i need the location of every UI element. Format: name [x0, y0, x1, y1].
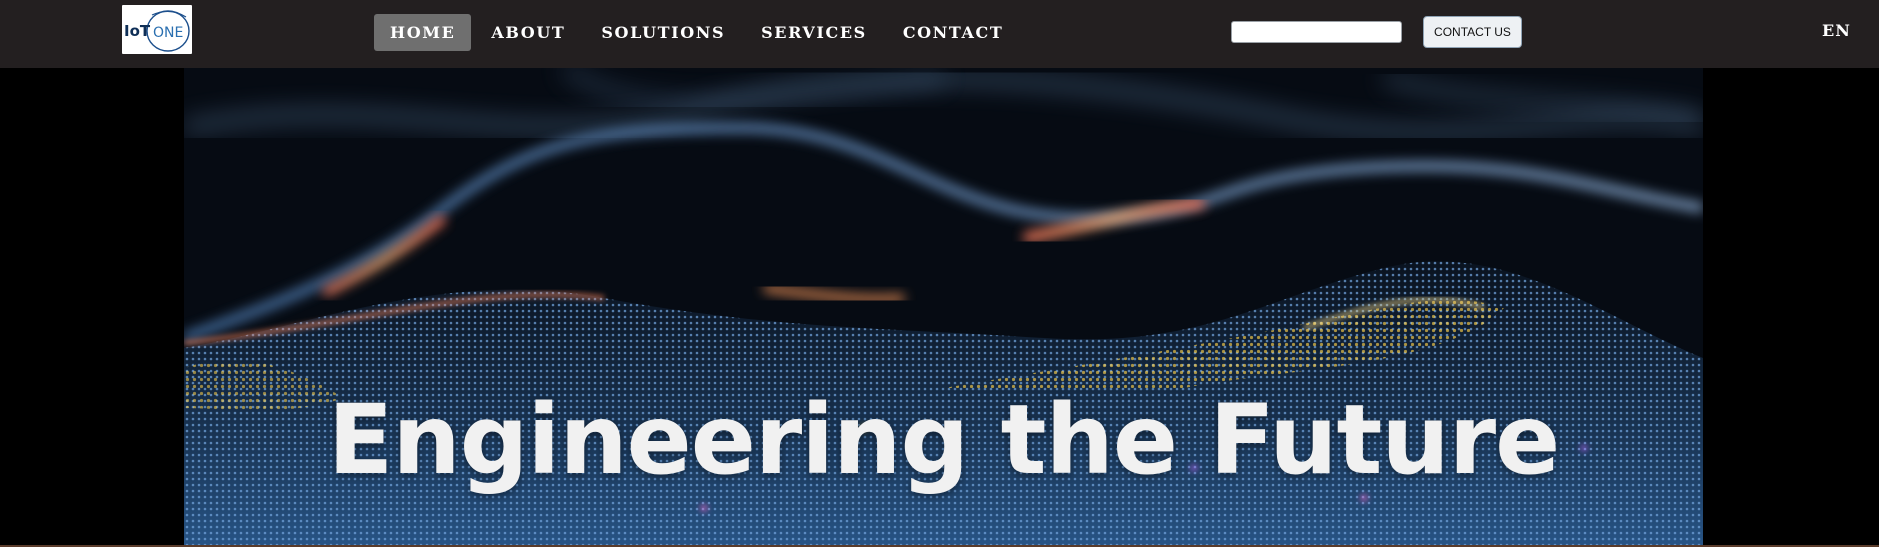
search-input[interactable] [1231, 21, 1402, 43]
iot-one-logo[interactable]: IoT ONE [122, 5, 192, 54]
nav-about[interactable]: ABOUT [475, 14, 581, 51]
hero-banner: Engineering the Future [184, 68, 1703, 545]
svg-text:ONE: ONE [153, 25, 183, 41]
top-navigation-bar: IoT ONE HOME ABOUT SOLUTIONS SERVICES CO… [0, 0, 1879, 68]
nav-contact[interactable]: CONTACT [887, 14, 1020, 51]
language-selector[interactable]: EN [1822, 21, 1851, 40]
nav-services[interactable]: SERVICES [745, 14, 883, 51]
hero-title: Engineering the Future [327, 384, 1560, 496]
logo-graphic: IoT ONE [124, 10, 190, 52]
main-nav: HOME ABOUT SOLUTIONS SERVICES CONTACT [374, 14, 1023, 51]
svg-text:IoT: IoT [124, 22, 151, 40]
contact-us-button[interactable]: CONTACT US [1423, 16, 1522, 48]
nav-home[interactable]: HOME [374, 14, 472, 51]
nav-solutions[interactable]: SOLUTIONS [585, 14, 741, 51]
